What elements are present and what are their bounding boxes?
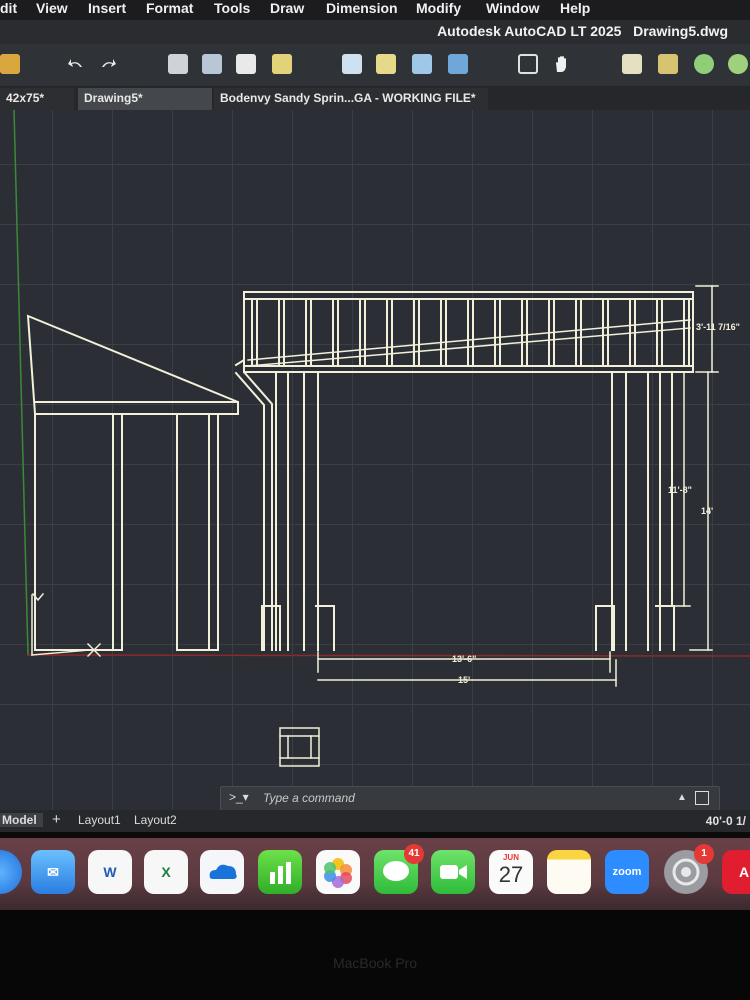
properties-icon[interactable] (622, 54, 642, 74)
dim-total-height-label: 14' (701, 506, 713, 516)
header-studs (251, 298, 690, 367)
dim-outer-width-label: 15' (458, 675, 470, 685)
undo-icon[interactable] (66, 54, 86, 74)
tab-drawing5[interactable]: Drawing5* (78, 88, 212, 110)
y-axis-line (13, 110, 29, 656)
menu-view[interactable]: View (36, 0, 68, 16)
menu-tools[interactable]: Tools (214, 0, 250, 16)
menu-help[interactable]: Help (560, 0, 590, 16)
facetime-icon[interactable] (431, 850, 475, 894)
left-post-lines (275, 371, 319, 651)
word-icon[interactable]: W (88, 850, 132, 894)
menu-window[interactable]: Window (486, 0, 540, 16)
annotation-scale[interactable]: 40'-0 1/ (706, 814, 746, 828)
tab-layout2[interactable]: Layout2 (134, 813, 177, 827)
dim-inner-width-label: 13'-6" (452, 654, 476, 664)
system-settings-icon[interactable]: 1 (664, 844, 714, 894)
photos-icon[interactable] (316, 850, 360, 894)
file-name: Drawing5.dwg (633, 23, 728, 39)
menu-edit[interactable]: dit (0, 0, 17, 16)
copy-icon[interactable] (236, 54, 256, 74)
laptop-bezel: MacBook Pro (0, 910, 750, 1000)
tab-model[interactable]: Model (0, 813, 43, 827)
redo-icon[interactable] (98, 54, 118, 74)
dim-post-height-label: 11'-8" (668, 485, 692, 495)
sync-icon[interactable] (694, 54, 714, 74)
pan-hand-icon[interactable] (552, 54, 572, 74)
notes-icon[interactable] (547, 850, 591, 894)
side-left-post (34, 413, 123, 651)
gutter-downspout (234, 371, 265, 651)
numbers-icon[interactable] (258, 850, 302, 894)
layout-tabs: Model + Layout1 Layout2 40'-0 1/ (0, 810, 750, 832)
new-icon[interactable] (376, 54, 396, 74)
menu-modify[interactable]: Modify (416, 0, 461, 16)
small-window (279, 727, 320, 767)
menu-bar: dit View Insert Format Tools Draw Dimens… (0, 0, 750, 20)
publish-icon[interactable] (448, 54, 468, 74)
paste-icon[interactable] (272, 54, 292, 74)
right-post-base-b (655, 605, 675, 651)
side-roof-outline (26, 314, 239, 415)
drawing-canvas[interactable]: 3'-11 7/16" 11'-8" 14' 13'-6" 15' (0, 110, 750, 810)
zoom-icon[interactable]: zoom (605, 850, 649, 894)
file-tabs: 42x75* Drawing5* Bodenvy Sandy Sprin...G… (0, 86, 750, 110)
tab-layout1[interactable]: Layout1 (78, 813, 121, 827)
messages-icon[interactable]: 41 (374, 844, 424, 894)
menu-dimension[interactable]: Dimension (326, 0, 398, 16)
command-line[interactable]: >_▾ Type a command ▲ (220, 786, 720, 812)
command-prompt-icon: >_▾ (229, 790, 249, 804)
match-properties-icon[interactable] (658, 54, 678, 74)
save-icon[interactable] (0, 54, 20, 74)
calendar-icon[interactable]: JUN 27 (489, 850, 533, 894)
bezel-brand: MacBook Pro (332, 955, 418, 971)
calendar-month: JUN (502, 853, 519, 862)
safari-icon[interactable] (0, 850, 22, 894)
command-customize-icon[interactable] (695, 791, 709, 805)
app-name: Autodesk AutoCAD LT 2025 (437, 23, 622, 39)
batch-plot-icon[interactable] (202, 54, 222, 74)
right-post-lines (611, 371, 661, 651)
cad-drawing: 3'-11 7/16" 11'-8" 14' 13'-6" 15' (13, 110, 750, 767)
window-title: Autodesk AutoCAD LT 2025 Drawing5.dwg (437, 23, 728, 39)
dim-top-height-label: 3'-11 7/16" (696, 322, 740, 332)
mail-icon[interactable]: ✉ (31, 850, 75, 894)
tab-working-file[interactable]: Bodenvy Sandy Sprin...GA - WORKING FILE* (214, 88, 488, 110)
quick-access-toolbar (0, 44, 750, 87)
macos-dock: ✉ W X 41 JUN 27 zoom 1 A (0, 838, 750, 910)
messages-badge: 41 (404, 844, 424, 864)
acrobat-icon[interactable]: A (722, 850, 750, 894)
open-icon[interactable] (342, 54, 362, 74)
add-layout-button[interactable]: + (52, 811, 61, 828)
zoom-window-icon[interactable] (518, 54, 538, 74)
menu-draw[interactable]: Draw (270, 0, 304, 16)
sheet-set-icon[interactable] (412, 54, 432, 74)
command-history-icon[interactable]: ▲ (677, 792, 687, 803)
side-right-post (176, 413, 219, 651)
tab-42x75[interactable]: 42x75* (0, 88, 74, 110)
settings-badge: 1 (694, 844, 714, 864)
x-axis-line (27, 654, 750, 657)
menu-format[interactable]: Format (146, 0, 193, 16)
onedrive-icon[interactable] (200, 850, 244, 894)
calendar-day: 27 (498, 862, 524, 887)
command-input[interactable]: Type a command (263, 791, 355, 805)
layer-icon[interactable] (728, 54, 748, 74)
excel-icon[interactable]: X (144, 850, 188, 894)
title-bar: Autodesk AutoCAD LT 2025 Drawing5.dwg (0, 20, 750, 44)
plot-icon[interactable] (168, 54, 188, 74)
menu-insert[interactable]: Insert (88, 0, 126, 16)
